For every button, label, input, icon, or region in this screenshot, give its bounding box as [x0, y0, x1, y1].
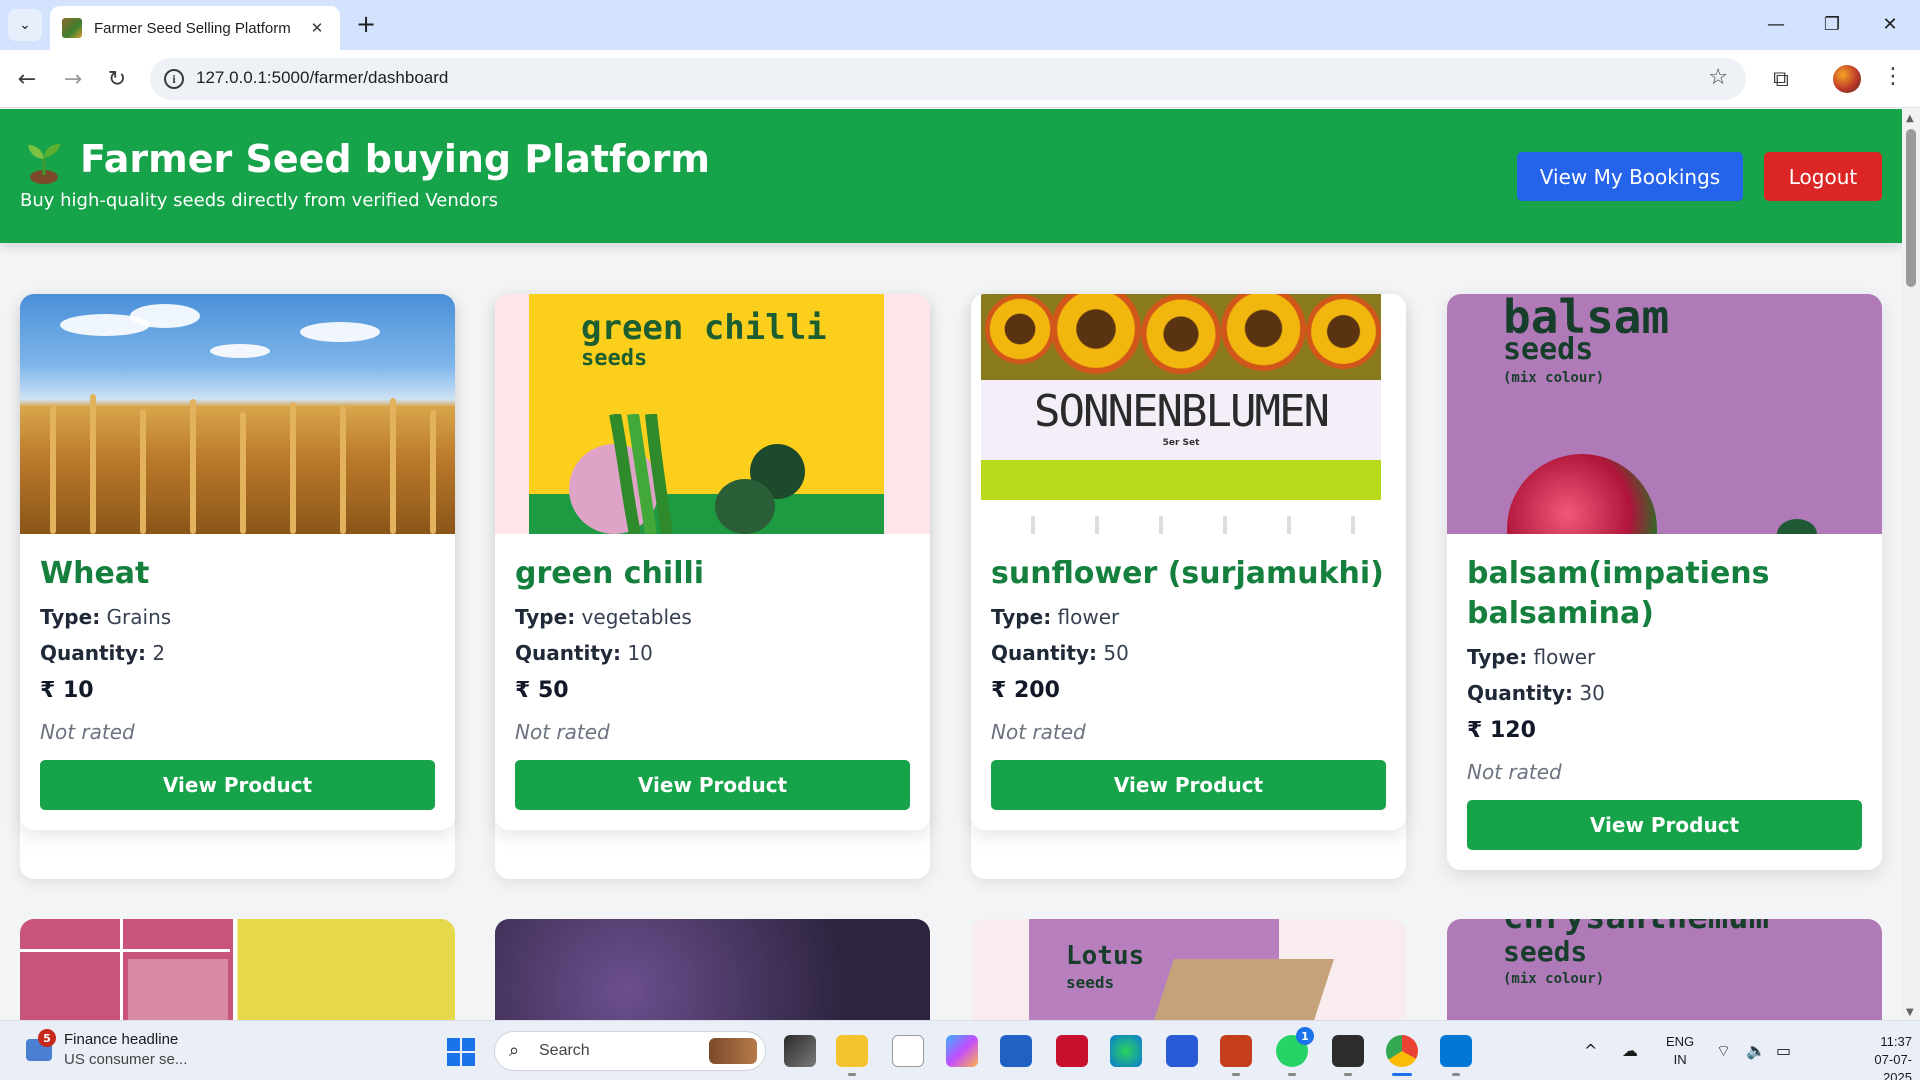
powerpoint-icon[interactable]	[1220, 1035, 1252, 1067]
page-subtitle: Buy high-quality seeds directly from ver…	[20, 190, 498, 211]
copilot-icon[interactable]	[946, 1035, 978, 1067]
favicon-icon	[62, 18, 82, 38]
product-price: ₹ 200	[991, 678, 1060, 703]
product-price: ₹ 120	[1467, 718, 1536, 743]
page-scrollbar[interactable]: ▲ ▼	[1902, 109, 1920, 1020]
task-view-icon[interactable]	[784, 1035, 816, 1067]
product-card: green chilli seeds green chilli Type: ve…	[495, 294, 930, 830]
vscode-icon[interactable]	[1440, 1035, 1472, 1067]
search-placeholder: Search	[539, 1042, 590, 1059]
product-quantity: Quantity: 2	[40, 641, 166, 665]
forward-arrow-icon[interactable]: →	[58, 64, 88, 94]
page-viewport: Farmer Seed buying Platform Buy high-qua…	[0, 109, 1902, 1020]
onedrive-cloud-icon[interactable]: ☁	[1622, 1041, 1638, 1060]
whatsapp-badge: 1	[1296, 1027, 1314, 1045]
mcafee-icon[interactable]	[1056, 1035, 1088, 1067]
product-card: Wheat Type: Grains Quantity: 2 ₹ 10 Not …	[20, 294, 455, 830]
product-quantity: Quantity: 30	[1467, 681, 1605, 705]
news-subtitle[interactable]: US consumer se...	[64, 1051, 187, 1068]
active-tab[interactable]: Farmer Seed Selling Platform ✕	[50, 6, 340, 50]
view-product-button[interactable]: View Product	[1467, 800, 1862, 850]
view-product-button[interactable]: View Product	[515, 760, 910, 810]
product-rating: Not rated	[991, 720, 1086, 744]
product-image-chrysanthemum: chrysanthemum seeds (mix colour)	[1447, 919, 1882, 1020]
search-icon: ⌕	[509, 1040, 520, 1061]
language-indicator[interactable]: ENG IN	[1666, 1033, 1694, 1069]
logout-button[interactable]: Logout	[1764, 152, 1882, 201]
tab-title: Farmer Seed Selling Platform	[94, 19, 291, 37]
taskbar-search-box[interactable]: ⌕ Search	[494, 1031, 766, 1071]
product-quantity: Quantity: 10	[515, 641, 653, 665]
product-rating: Not rated	[515, 720, 610, 744]
restore-icon[interactable]: ❐	[1804, 0, 1860, 48]
windows-taskbar: 5 Finance headline US consumer se... ⌕ S…	[0, 1020, 1920, 1080]
product-type: Type: Grains	[40, 605, 172, 629]
bookmark-star-icon[interactable]: ☆	[1708, 65, 1728, 90]
product-image-wheat	[20, 294, 455, 534]
page-title: Farmer Seed buying Platform	[80, 137, 710, 181]
product-image-gladiolus	[20, 919, 455, 1020]
scrollbar-thumb[interactable]	[1906, 129, 1916, 287]
product-name: sunflower (surjamukhi)	[991, 556, 1384, 591]
scroll-up-arrow-icon[interactable]: ▲	[1906, 113, 1914, 124]
battery-icon[interactable]: ▭	[1776, 1041, 1791, 1060]
view-bookings-button[interactable]: View My Bookings	[1517, 152, 1743, 201]
address-toolbar: ← → ↻ i 127.0.0.1:5000/farmer/dashboard …	[0, 50, 1920, 108]
terminal-icon[interactable]	[1332, 1035, 1364, 1067]
product-type: Type: vegetables	[515, 605, 692, 629]
start-windows-icon[interactable]	[447, 1038, 475, 1066]
search-highlight-image	[709, 1038, 757, 1064]
edge-icon[interactable]	[1110, 1035, 1142, 1067]
wifi-icon[interactable]: ⌔	[1716, 1041, 1731, 1061]
product-name: green chilli	[515, 556, 705, 591]
product-rating: Not rated	[40, 720, 135, 744]
new-tab-plus-icon[interactable]: +	[352, 10, 380, 38]
product-image-purple-basil	[495, 919, 930, 1020]
product-rating: Not rated	[1467, 760, 1562, 784]
scroll-down-arrow-icon[interactable]: ▼	[1906, 1007, 1914, 1018]
show-hidden-icons-chevron-icon[interactable]: ^	[1584, 1041, 1597, 1060]
analytics-app-icon[interactable]	[1166, 1035, 1198, 1067]
url-text[interactable]: 127.0.0.1:5000/farmer/dashboard	[196, 68, 448, 88]
product-type: Type: flower	[991, 605, 1120, 629]
product-price: ₹ 50	[515, 678, 569, 703]
tab-search-chevron-icon[interactable]: ⌄	[8, 9, 42, 41]
clock[interactable]: 11:37 07-07-2025	[1846, 1033, 1912, 1080]
minimize-icon[interactable]: —	[1748, 0, 1804, 48]
product-image-sunflower: SONNENBLUMEN 5er Set	[971, 294, 1406, 534]
chrome-icon[interactable]	[1386, 1035, 1418, 1067]
product-card: SONNENBLUMEN 5er Set sunflower (surjamuk…	[971, 294, 1406, 830]
notepad-icon[interactable]	[892, 1035, 924, 1067]
back-arrow-icon[interactable]: ←	[12, 64, 42, 94]
product-quantity: Quantity: 50	[991, 641, 1129, 665]
browser-tab-strip: ⌄ Farmer Seed Selling Platform ✕ + — ❐ ✕	[0, 0, 1920, 50]
product-card: balsam seeds (mix colour) balsam(impatie…	[1447, 294, 1882, 870]
product-name: Wheat	[40, 556, 150, 591]
seedling-icon	[28, 144, 60, 184]
volume-icon[interactable]: 🔈	[1746, 1041, 1766, 1060]
product-row-2: Lotus seeds chrysanthemum seeds (mix col…	[20, 919, 1882, 1020]
view-product-button[interactable]: View Product	[991, 760, 1386, 810]
extensions-puzzle-icon[interactable]: ⧉	[1766, 64, 1796, 94]
tab-close-icon[interactable]: ✕	[306, 19, 328, 37]
news-badge: 5	[38, 1029, 56, 1047]
file-explorer-icon[interactable]	[836, 1035, 868, 1067]
site-info-icon[interactable]: i	[164, 69, 184, 89]
window-close-icon[interactable]: ✕	[1862, 0, 1918, 48]
product-name: balsam(impatiens balsamina)	[1467, 556, 1770, 631]
news-headline[interactable]: Finance headline	[64, 1031, 178, 1048]
product-image-green-chilli: green chilli seeds	[495, 294, 930, 534]
product-price: ₹ 10	[40, 678, 94, 703]
store-icon[interactable]	[1000, 1035, 1032, 1067]
profile-avatar[interactable]	[1833, 65, 1861, 93]
view-product-button[interactable]: View Product	[40, 760, 435, 810]
product-image-balsam: balsam seeds (mix colour)	[1447, 294, 1882, 534]
product-image-lotus: Lotus seeds	[971, 919, 1406, 1020]
product-type: Type: flower	[1467, 645, 1596, 669]
site-header: Farmer Seed buying Platform Buy high-qua…	[0, 109, 1902, 243]
reload-icon[interactable]: ↻	[102, 64, 132, 94]
address-bar[interactable]: i 127.0.0.1:5000/farmer/dashboard ☆	[150, 58, 1746, 100]
browser-menu-icon[interactable]: ⋮	[1880, 64, 1906, 89]
